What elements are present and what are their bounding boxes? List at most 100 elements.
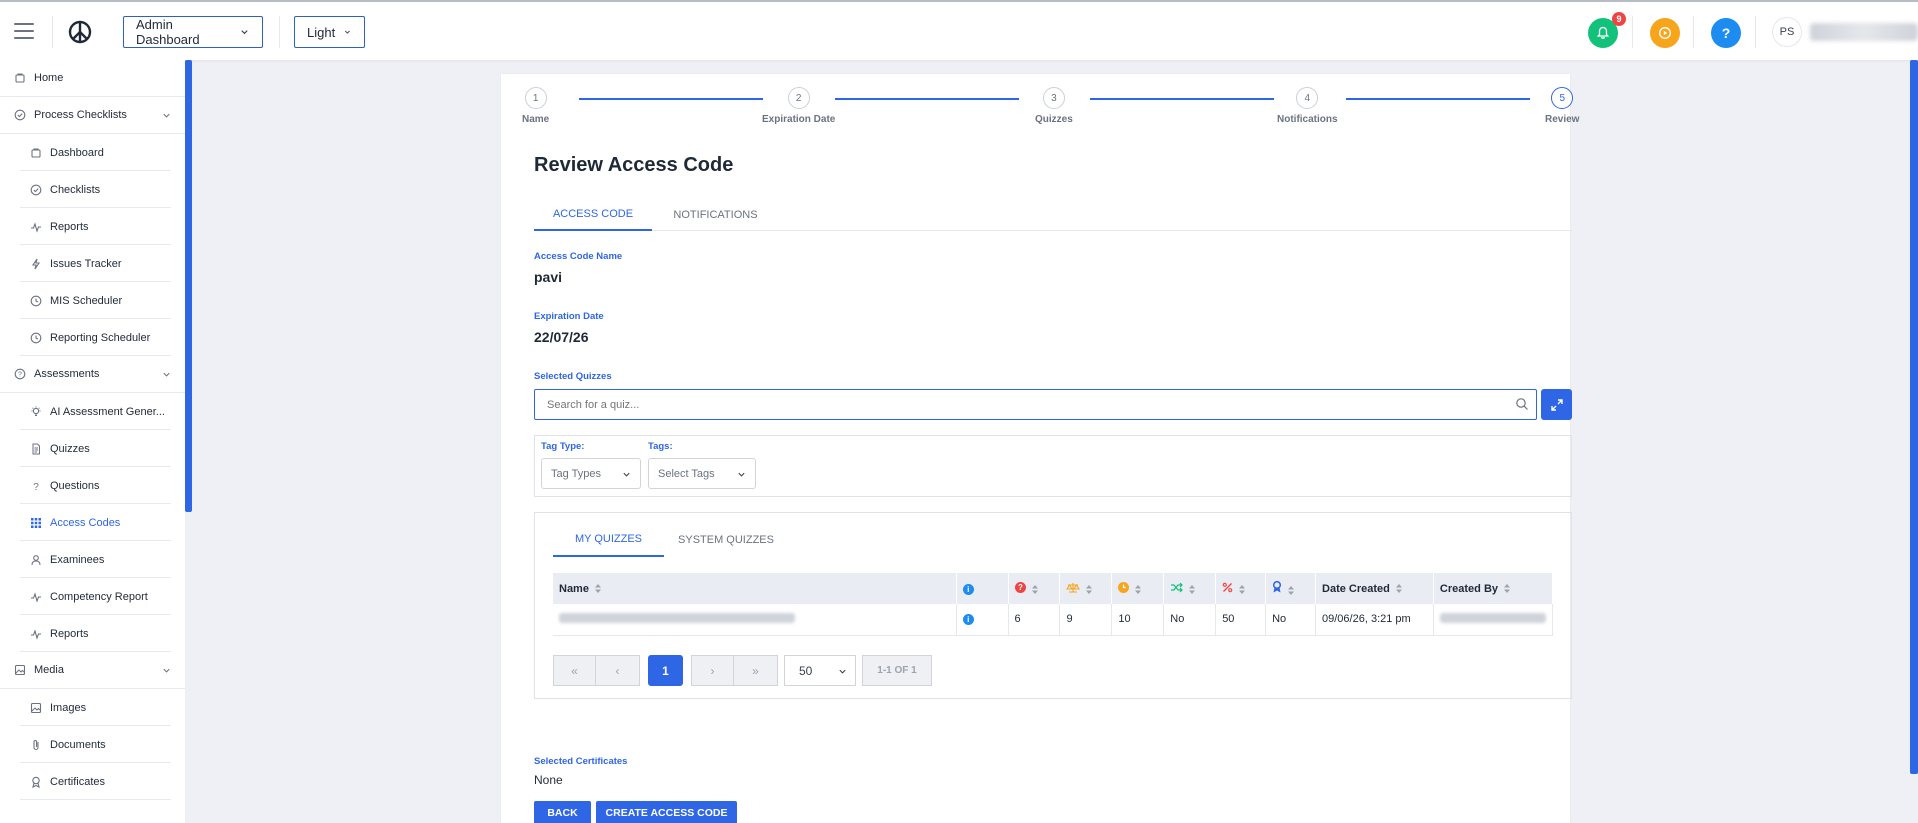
check-circle-icon	[13, 109, 26, 122]
sidebar-item-issues-tracker[interactable]: Issues Tracker	[0, 245, 185, 282]
sidebar-item-process-checklists[interactable]: Process Checklists	[0, 97, 185, 134]
step-expiration-date[interactable]: 2 Expiration Date	[762, 87, 835, 125]
sidebar-item-label: Assessments	[34, 368, 100, 380]
back-button[interactable]: BACK	[534, 801, 591, 823]
tags-label: Tags:	[648, 441, 673, 452]
bolt-icon	[29, 257, 42, 270]
shuffle-icon	[1171, 582, 1184, 592]
menu-icon[interactable]	[14, 23, 34, 39]
sidebar-item-label: Media	[34, 664, 64, 676]
sidebar-item-media[interactable]: Media	[0, 652, 185, 689]
sidebar-item-access-codes[interactable]: Access Codes	[0, 504, 185, 541]
tab-notifications[interactable]: NOTIFICATIONS	[652, 198, 779, 231]
sidebar-item-checklists[interactable]: Checklists	[0, 171, 185, 208]
check-circle-icon	[29, 183, 42, 196]
pass-percent-cell: 50	[1215, 604, 1267, 636]
tag-type-value: Tag Types	[551, 467, 601, 480]
dashboard-select[interactable]: Admin Dashboard	[123, 16, 263, 48]
page-1-button[interactable]: 1	[648, 655, 683, 686]
quiz-search-input[interactable]	[534, 389, 1537, 420]
sidebar-item-ai-assessment-gener[interactable]: AI Assessment Gener...	[0, 393, 185, 430]
stepper: 1 Name 2 Expiration Date 3 Quizzes 4 Not…	[522, 87, 1579, 127]
play-button[interactable]	[1650, 18, 1680, 48]
step-number: 5	[1551, 87, 1574, 109]
column-created-by[interactable]: Created By	[1433, 573, 1554, 604]
next-page-button[interactable]: ›	[691, 655, 734, 686]
divider	[52, 16, 53, 48]
sidebar-item-competency-report[interactable]: Competency Report	[0, 578, 185, 615]
tags-select[interactable]: Select Tags	[648, 458, 756, 489]
sidebar-item-label: Dashboard	[50, 146, 104, 159]
notifications-button[interactable]: 9	[1588, 12, 1626, 48]
chevron-down-icon[interactable]	[162, 111, 171, 120]
column-certificate[interactable]	[1265, 573, 1317, 604]
page-size-select[interactable]: 50	[784, 655, 856, 686]
question-circle-icon: ?	[13, 368, 26, 381]
prev-page-button[interactable]: ‹	[595, 655, 640, 686]
chevron-down-icon[interactable]	[162, 370, 171, 379]
sidebar-item-examinees[interactable]: Examinees	[0, 541, 185, 578]
tag-type-select[interactable]: Tag Types	[541, 458, 641, 489]
sidebar-item-questions[interactable]: ? Questions	[0, 467, 185, 504]
step-quizzes[interactable]: 3 Quizzes	[1035, 87, 1073, 125]
create-access-code-button[interactable]: CREATE ACCESS CODE	[596, 801, 737, 823]
step-notifications[interactable]: 4 Notifications	[1277, 87, 1338, 125]
help-button[interactable]: ?	[1711, 18, 1741, 48]
certificate-cell: No	[1265, 604, 1317, 636]
sidebar-item-certificates[interactable]: Certificates	[0, 763, 185, 800]
sidebar-item-quizzes[interactable]: Quizzes	[0, 430, 185, 467]
chevron-down-icon[interactable]	[162, 666, 171, 675]
quiz-table-panel: MY QUIZZES SYSTEM QUIZZES Name i ? Date …	[534, 512, 1572, 699]
quiz-table: Name i ? Date Created Created By i 6 9 1…	[553, 573, 1554, 636]
sidebar-item-mis-scheduler[interactable]: MIS Scheduler	[0, 282, 185, 319]
sidebar-item-images[interactable]: Images	[0, 689, 185, 726]
column-percent[interactable]	[1215, 573, 1267, 604]
time-cell: 10	[1111, 604, 1165, 636]
last-page-button[interactable]: »	[733, 655, 778, 686]
column-date-created[interactable]: Date Created	[1315, 573, 1434, 604]
page-size-value: 50	[799, 663, 813, 678]
info-icon[interactable]: i	[962, 614, 974, 626]
bell-icon	[1596, 26, 1610, 39]
first-page-button[interactable]: «	[553, 655, 596, 686]
review-card: 1 Name 2 Expiration Date 3 Quizzes 4 Not…	[501, 74, 1579, 823]
quiz-name-redacted	[559, 612, 795, 623]
expand-button[interactable]	[1541, 389, 1572, 420]
sidebar-item-reporting-scheduler[interactable]: Reporting Scheduler	[0, 319, 185, 356]
sidebar-item-home[interactable]: Home	[0, 60, 185, 97]
pulse-icon	[29, 220, 42, 233]
sidebar-item-assessments[interactable]: ? Assessments	[0, 356, 185, 393]
sidebar-scrollbar[interactable]	[185, 60, 192, 512]
tab-access-code[interactable]: ACCESS CODE	[534, 198, 652, 231]
step-name[interactable]: 1 Name	[522, 87, 549, 125]
sidebar-item-dashboard[interactable]: Dashboard	[0, 134, 185, 171]
bulb-icon	[29, 405, 42, 418]
column-shuffle[interactable]	[1163, 573, 1217, 604]
column-date-created-label: Date Created	[1322, 582, 1390, 595]
sidebar-item-documents[interactable]: Documents	[0, 726, 185, 763]
column-questions[interactable]: ?	[1008, 573, 1061, 604]
access-code-name-label: Access Code Name	[534, 251, 623, 262]
avatar[interactable]: PS	[1772, 17, 1802, 47]
tag-type-label: Tag Type:	[541, 441, 585, 452]
sidebar-item-reports[interactable]: Reports	[0, 615, 185, 652]
column-name[interactable]: Name	[553, 573, 957, 604]
created-by-redacted	[1439, 612, 1546, 623]
column-weight[interactable]	[1059, 573, 1113, 604]
column-time[interactable]	[1111, 573, 1165, 604]
tags-value: Select Tags	[658, 467, 715, 480]
tab-my-quizzes[interactable]: MY QUIZZES	[553, 523, 664, 557]
info-cell[interactable]: i	[956, 604, 1009, 636]
shuffle-cell: No	[1163, 604, 1217, 636]
table-row[interactable]: i 6 9 10 No 50 No 09/06/26, 3:21 pm	[553, 604, 1554, 636]
theme-select[interactable]: Light	[294, 16, 365, 48]
step-review[interactable]: 5 Review	[1545, 87, 1579, 125]
sort-icon	[594, 584, 601, 594]
question-mark-icon: ?	[29, 479, 42, 492]
page-scrollbar[interactable]	[1910, 60, 1918, 774]
sidebar-item-reports[interactable]: Reports	[0, 208, 185, 245]
sort-icon	[1239, 585, 1246, 595]
selected-certificates-value: None	[534, 773, 563, 787]
tab-system-quizzes[interactable]: SYSTEM QUIZZES	[664, 523, 788, 557]
table-header-row: Name i ? Date Created Created By	[553, 573, 1554, 604]
